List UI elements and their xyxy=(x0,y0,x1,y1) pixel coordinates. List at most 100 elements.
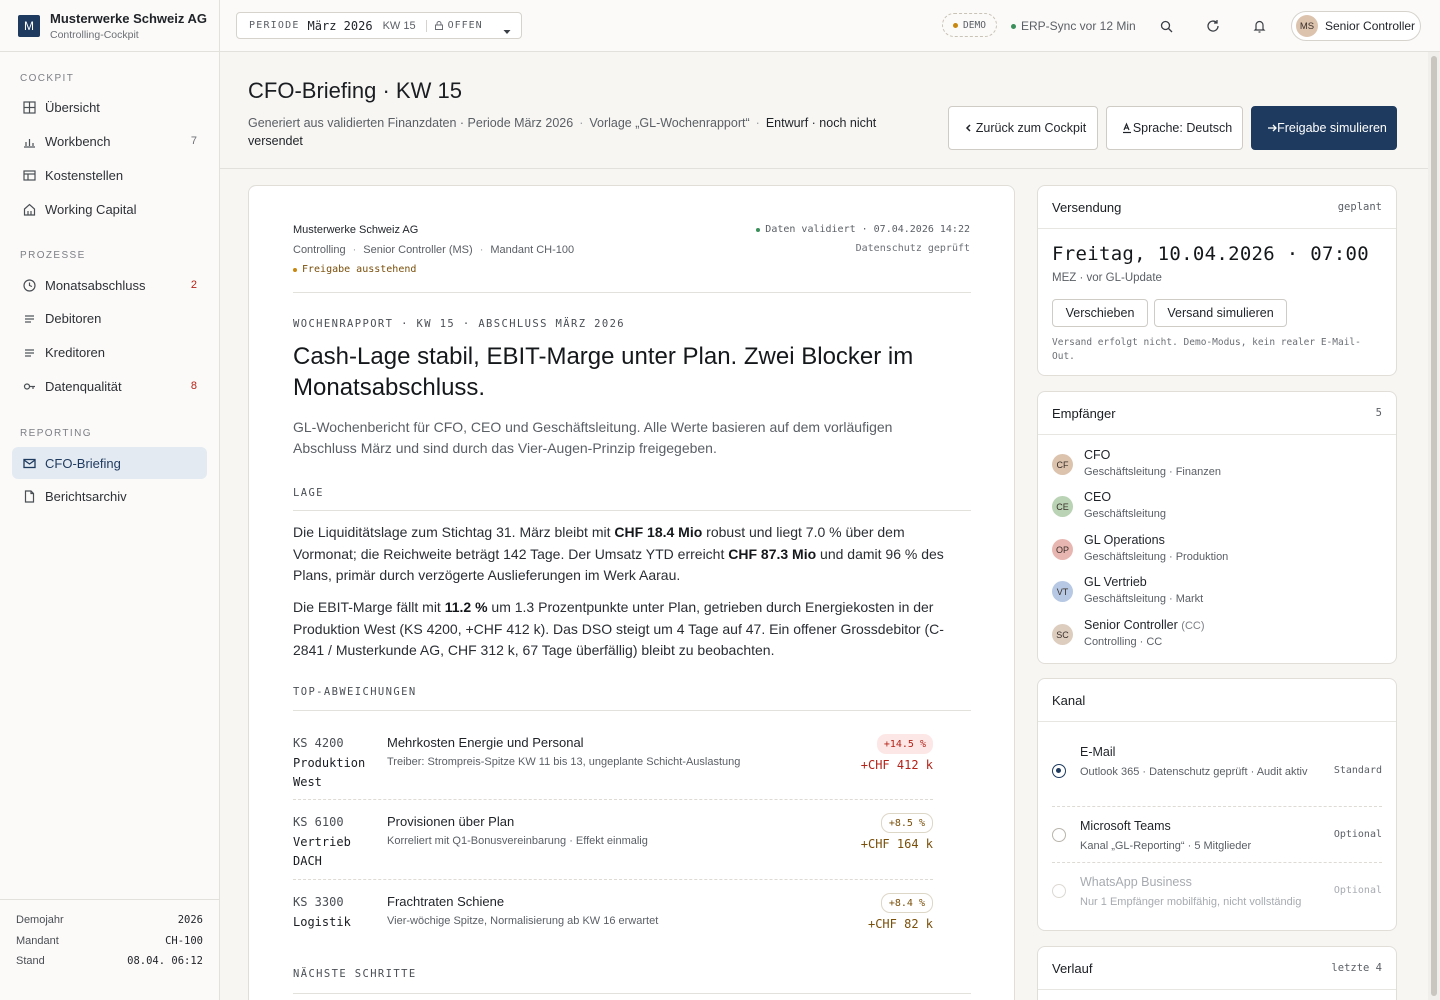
channel-name: WhatsApp Business xyxy=(1080,875,1192,889)
recipient-item[interactable]: SC Senior Controller (CC) Controlling · … xyxy=(1052,618,1382,656)
reschedule-button[interactable]: Verschieben xyxy=(1052,299,1148,327)
back-to-cockpit-button[interactable]: Zurück zum Cockpit xyxy=(948,106,1098,150)
sidebar-item-working-capital[interactable]: Working Capital xyxy=(12,193,207,225)
search-icon[interactable] xyxy=(1157,17,1175,35)
dispatch-status: geplant xyxy=(1337,201,1382,213)
footer-label: Stand xyxy=(16,955,45,967)
key-icon xyxy=(22,379,36,393)
translate-icon xyxy=(1121,122,1133,134)
meta-author: Senior Controller (MS) xyxy=(363,244,473,256)
channel-option-teams[interactable]: Microsoft Teams Kanal „GL-Reporting“ · 5… xyxy=(1052,819,1382,855)
sidebar-item-datenqualitaet[interactable]: Datenqualität 8 xyxy=(12,370,207,402)
page-subtitle: Generiert aus validierten Finanzdaten · … xyxy=(248,114,928,150)
table-icon xyxy=(22,168,36,182)
cost-center-name: Produktion West xyxy=(293,755,366,790)
recipient-name: GL Operations xyxy=(1084,533,1165,547)
meta-client: Mandant CH-100 xyxy=(490,244,575,256)
channel-option-whatsapp: WhatsApp Business Nur 1 Empfänger mobilf… xyxy=(1052,875,1382,911)
chevron-down-icon xyxy=(503,23,511,38)
scrollbar[interactable] xyxy=(1428,52,1440,1000)
sidebar-item-label: Berichtsarchiv xyxy=(45,488,127,504)
divider xyxy=(1052,862,1382,863)
page-title: CFO-Briefing · KW 15 xyxy=(248,78,462,103)
separator: · xyxy=(479,244,484,256)
recipient-name: Senior Controller (CC) xyxy=(1084,618,1205,632)
deviation-amount: +CHF 412 k xyxy=(860,758,933,772)
brand-subtitle: Controlling-Cockpit xyxy=(50,28,139,41)
sidebar-item-label: Übersicht xyxy=(45,99,100,115)
brand-name: Musterwerke Schweiz AG xyxy=(50,10,208,26)
refresh-icon[interactable] xyxy=(1204,17,1222,35)
bell-icon[interactable] xyxy=(1250,17,1268,35)
panel-header: Versendung geplant xyxy=(1038,186,1396,229)
sidebar-item-label: Debitoren xyxy=(45,310,102,326)
status-dot xyxy=(953,22,959,28)
dispatch-timezone: MEZ · vor GL-Update xyxy=(1052,272,1162,284)
sidebar-item-monatsabschluss[interactable]: Monatsabschluss 2 xyxy=(12,269,207,301)
deviation-amount: +CHF 82 k xyxy=(867,917,933,931)
panel-title: Kanal xyxy=(1052,692,1086,708)
section-title-lage: LAGE xyxy=(293,487,324,499)
sidebar-item-label: Kostenstellen xyxy=(45,167,124,183)
sidebar-item-label: CFO-Briefing xyxy=(45,455,121,471)
arrow-right-icon xyxy=(1266,122,1278,134)
sidebar-item-kreditoren[interactable]: Kreditoren xyxy=(12,336,207,368)
recipient-item[interactable]: VT GL Vertrieb Geschäftsleitung · Markt xyxy=(1052,575,1382,613)
name-text: GL Vertrieb xyxy=(1084,575,1147,589)
section-title-deviations: TOP-ABWEICHUNGEN xyxy=(293,686,417,698)
brand[interactable]: M Musterwerke Schweiz AG Controlling-Coc… xyxy=(0,0,219,52)
deviation-row[interactable]: KS 3300 Logistik Frachtraten Schiene Vier… xyxy=(293,893,933,943)
brand-logo: M xyxy=(18,14,40,37)
sidebar-item-label: Datenqualität xyxy=(45,378,122,394)
meta-department: Controlling xyxy=(293,244,346,256)
recipient-role: Geschäftsleitung · Markt xyxy=(1084,593,1204,605)
recipient-role: Geschäftsleitung · Produktion xyxy=(1084,551,1229,563)
sidebar-item-berichtsarchiv[interactable]: Berichtsarchiv xyxy=(12,480,207,512)
sidebar-item-debitoren[interactable]: Debitoren xyxy=(12,302,207,334)
status-dot xyxy=(293,267,297,272)
footer-value: CH-100 xyxy=(165,934,203,947)
bar-chart-icon xyxy=(22,134,36,148)
cost-center: KS 6100 Vertrieb DACH xyxy=(293,813,383,872)
sidebar-item-uebersicht[interactable]: Übersicht xyxy=(12,91,207,123)
name-text: CEO xyxy=(1084,490,1112,504)
channel-option-email[interactable]: E-Mail Outlook 365 · Datenschutz geprüft… xyxy=(1052,745,1382,795)
avatar: VT xyxy=(1052,581,1073,602)
ebit-margin-value: 11.2 % xyxy=(444,599,488,615)
sidebar-item-label: Kreditoren xyxy=(45,344,105,360)
sidebar-item-workbench[interactable]: Workbench 7 xyxy=(12,125,207,157)
avatar: MS xyxy=(1296,15,1318,37)
recipient-item[interactable]: CF CFO Geschäftsleitung · Finanzen xyxy=(1052,448,1382,486)
deviation-title: Frachtraten Schiene xyxy=(387,894,505,909)
report-lead: GL-Wochenbericht für CFO, CEO und Geschä… xyxy=(293,419,893,456)
sidebar-item-cfo-briefing[interactable]: CFO-Briefing xyxy=(12,447,207,479)
radio-unselected[interactable] xyxy=(1052,828,1066,842)
deviation-row[interactable]: KS 4200 Produktion West Mehrkosten Energi… xyxy=(293,734,933,800)
avatar: CE xyxy=(1052,496,1073,517)
recipient-item[interactable]: OP GL Operations Geschäftsleitung · Prod… xyxy=(1052,533,1382,571)
language-button[interactable]: Sprache: Deutsch xyxy=(1106,106,1243,150)
history-meta: letzte 4 xyxy=(1331,962,1382,974)
user-menu[interactable]: MS Senior Controller xyxy=(1291,11,1421,41)
cost-center: KS 3300 Logistik xyxy=(293,893,383,932)
divider xyxy=(293,510,971,511)
period-selector[interactable]: PERIODE März 2026 KW 15 OFFEN xyxy=(236,12,522,39)
scroll-thumb[interactable] xyxy=(1431,56,1437,996)
channel-description: Nur 1 Empfänger mobilfähig, nicht vollst… xyxy=(1080,896,1302,908)
simulate-release-button[interactable]: Freigabe simulieren xyxy=(1251,106,1397,150)
divider xyxy=(293,993,971,994)
cost-center-name: Logistik xyxy=(293,914,351,929)
simulate-dispatch-button[interactable]: Versand simulieren xyxy=(1154,299,1287,327)
channel-tag: Optional xyxy=(1333,885,1382,896)
recipient-item[interactable]: CE CEO Geschäftsleitung xyxy=(1052,490,1382,528)
sidebar-item-label: Monatsabschluss xyxy=(45,277,146,293)
sidebar: M Musterwerke Schweiz AG Controlling-Coc… xyxy=(0,0,220,1000)
revenue-value: CHF 87.3 Mio xyxy=(728,545,817,562)
sidebar-item-kostenstellen[interactable]: Kostenstellen xyxy=(12,159,207,191)
radio-selected[interactable] xyxy=(1052,764,1066,778)
separator: · xyxy=(352,244,357,256)
period-value: März 2026 xyxy=(307,18,373,33)
separator: · xyxy=(579,116,584,130)
recipients-panel: Empfänger 5 CF CFO Geschäftsleitung · Fi… xyxy=(1037,391,1397,664)
deviation-row[interactable]: KS 6100 Vertrieb DACH Provisionen über Pl… xyxy=(293,813,933,880)
